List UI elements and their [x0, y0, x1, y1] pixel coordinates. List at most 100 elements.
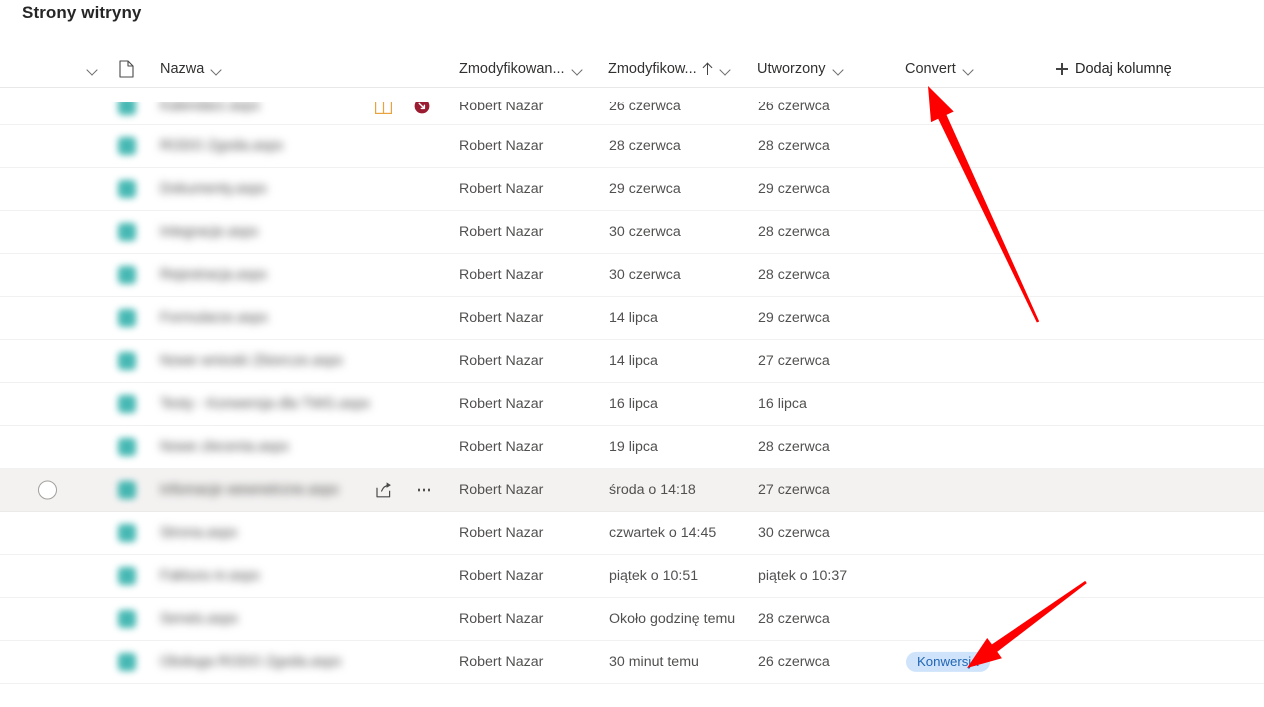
table-row[interactable]: Strona.aspxRobert Nazarczwartek o 14:453… [0, 512, 1264, 555]
page-file-icon [118, 137, 136, 155]
page-file-icon [118, 438, 136, 456]
page-file-icon [118, 653, 136, 671]
add-column-button[interactable]: Dodaj kolumnę [1056, 50, 1172, 88]
table-row[interactable]: Kalendarz.aspxRobert Nazar26 czerwca26 c… [0, 88, 1264, 125]
page-file-icon [118, 610, 136, 628]
select-all-chevron-button[interactable] [80, 50, 98, 88]
plus-icon [1056, 63, 1068, 75]
table-body: Kalendarz.aspx Robert Nazar 26 czerwca 26 c… [0, 88, 1264, 684]
column-header-zmodyfikowane-przez[interactable]: Zmodyfikowan... [459, 50, 583, 88]
file-name-label[interactable]: Strona.aspx [160, 525, 237, 541]
page-file-icon [118, 97, 136, 115]
cell-created: 28 czerwca [758, 439, 830, 455]
table-header-row: Nazwa Zmodyfikowan... Zmodyfikow... Utwo… [0, 50, 1264, 88]
page-file-icon [118, 180, 136, 198]
cell-modified-by: Robert Nazar [459, 654, 543, 670]
table-row[interactable]: Dokumenty.aspx Robert Nazar 29 czerwca 29 c… [0, 168, 1264, 211]
ellipsis-icon[interactable] [415, 482, 433, 498]
add-column-label: Dodaj kolumnę [1075, 61, 1172, 77]
site-pages-library: Strony witryny Nazwa Zmodyfikowan... Zmo… [0, 0, 1264, 707]
cell-convert: Konwersja [906, 652, 990, 672]
table-row[interactable]: Testy - Konwersja dla TWG.aspx Robert Naz… [0, 383, 1264, 426]
cell-modified-by: Robert Nazar [459, 525, 543, 541]
column-header-utworzony[interactable]: Utworzony [757, 50, 844, 88]
column-header-type[interactable] [119, 50, 134, 88]
table-row[interactable]: Rejestracja.aspxRobert Nazar30 czerwca28… [0, 254, 1264, 297]
table-row[interactable]: Integracje.aspxRobert Nazar30 czerwca28 … [0, 211, 1264, 254]
file-name-label[interactable]: Obsługa RODO Zgoda.aspx [160, 654, 341, 670]
cell-modified: 29 czerwca [609, 181, 681, 197]
chevron-down-icon [87, 64, 98, 75]
cell-created: 29 czerwca [758, 181, 830, 197]
cell-modified-by: Robert Nazar [459, 267, 543, 283]
cell-modified-by: Robert Nazar [459, 611, 543, 627]
cell-modified: środa o 14:18 [609, 482, 696, 498]
file-name-label[interactable]: Kalendarz.aspx [160, 98, 260, 114]
cell-modified-by: Robert Nazar [459, 98, 543, 114]
file-name-label[interactable]: Faktura nr.aspx [160, 568, 260, 584]
column-header-convert[interactable]: Convert [905, 50, 974, 88]
page-title: Strony witryny [22, 3, 141, 23]
file-name-label[interactable]: Dokumenty.aspx [160, 181, 267, 197]
table-row[interactable]: Infomacje wewnetrzne.aspx Robert Nazar śro… [0, 469, 1264, 512]
file-name-label[interactable]: Formularze.aspx [160, 310, 268, 326]
table-row[interactable]: Nowe wnioski Zbiorcze.aspxRobert Nazar14… [0, 340, 1264, 383]
cell-modified-by: Robert Nazar [459, 224, 543, 240]
column-header-zmodyfikowano[interactable]: Zmodyfikow... [608, 50, 731, 88]
cell-modified: 19 lipca [609, 439, 658, 455]
page-file-icon [118, 395, 136, 413]
cell-modified-by: Robert Nazar [459, 439, 543, 455]
cell-modified-by: Robert Nazar [459, 482, 543, 498]
file-name-label[interactable]: Integracje.aspx [160, 224, 258, 240]
page-file-icon [118, 481, 136, 499]
row-action-icons [375, 482, 433, 499]
cell-modified-by: Robert Nazar [459, 181, 543, 197]
file-name-label[interactable]: Rejestracja.aspx [160, 267, 267, 283]
chevron-down-icon [963, 64, 974, 75]
column-header-nazwa[interactable]: Nazwa [160, 50, 222, 88]
cell-created: 26 czerwca [758, 654, 830, 670]
page-file-icon [118, 352, 136, 370]
table-row[interactable]: Obsługa RODO Zgoda.aspx Robert Nazar 30 mi… [0, 641, 1264, 684]
cell-modified-by: Robert Nazar [459, 310, 543, 326]
cell-created: 16 lipca [758, 396, 807, 412]
page-file-icon [118, 567, 136, 585]
cell-modified-by: Robert Nazar [459, 138, 543, 154]
cell-created: 26 czerwca [758, 98, 830, 114]
share-icon[interactable] [375, 482, 393, 499]
cell-modified: 28 czerwca [609, 138, 681, 154]
cell-modified-by: Robert Nazar [459, 353, 543, 369]
page-file-icon [118, 524, 136, 542]
table-row[interactable]: RODO Zgoda.aspxRobert Nazar28 czerwca28 … [0, 125, 1264, 168]
row-select-checkbox[interactable] [38, 481, 57, 500]
chevron-down-icon [720, 64, 731, 75]
table-row[interactable]: Faktura nr.aspxRobert Nazarpiątek o 10:5… [0, 555, 1264, 598]
file-name-label[interactable]: Serwis.aspx [160, 611, 238, 627]
cell-created: piątek o 10:37 [758, 568, 847, 584]
file-name-label[interactable]: Testy - Konwersja dla TWG.aspx [160, 396, 370, 412]
chevron-down-icon [211, 64, 222, 75]
table-row[interactable]: Nowe zlecenia.aspx Robert Nazar 19 lipca 28… [0, 426, 1264, 469]
cell-modified: piątek o 10:51 [609, 568, 698, 584]
file-name-label[interactable]: Nowe wnioski Zbiorcze.aspx [160, 353, 343, 369]
column-header-convert-label: Convert [905, 61, 956, 77]
cell-modified: 30 czerwca [609, 224, 681, 240]
cell-modified: 14 lipca [609, 310, 658, 326]
cell-modified-by: Robert Nazar [459, 396, 543, 412]
columns-icon[interactable] [375, 99, 392, 114]
cell-created: 28 czerwca [758, 611, 830, 627]
column-header-utworzony-label: Utworzony [757, 61, 826, 77]
file-name-label[interactable]: RODO Zgoda.aspx [160, 138, 283, 154]
badge-icon[interactable] [414, 98, 430, 114]
file-name-label[interactable]: Infomacje wewnetrzne.aspx [160, 482, 339, 498]
column-header-zmodyfikowane-przez-label: Zmodyfikowan... [459, 61, 565, 77]
table-row[interactable]: Serwis.aspxRobert NazarOkoło godzinę tem… [0, 598, 1264, 641]
file-name-label[interactable]: Nowe zlecenia.aspx [160, 439, 289, 455]
table-row[interactable]: Formularze.aspxRobert Nazar14 lipca29 cz… [0, 297, 1264, 340]
cell-created: 27 czerwca [758, 482, 830, 498]
chevron-down-icon [572, 64, 583, 75]
document-icon [119, 60, 134, 78]
cell-created: 30 czerwca [758, 525, 830, 541]
chevron-down-icon [833, 64, 844, 75]
cell-modified: 30 minut temu [609, 654, 699, 670]
